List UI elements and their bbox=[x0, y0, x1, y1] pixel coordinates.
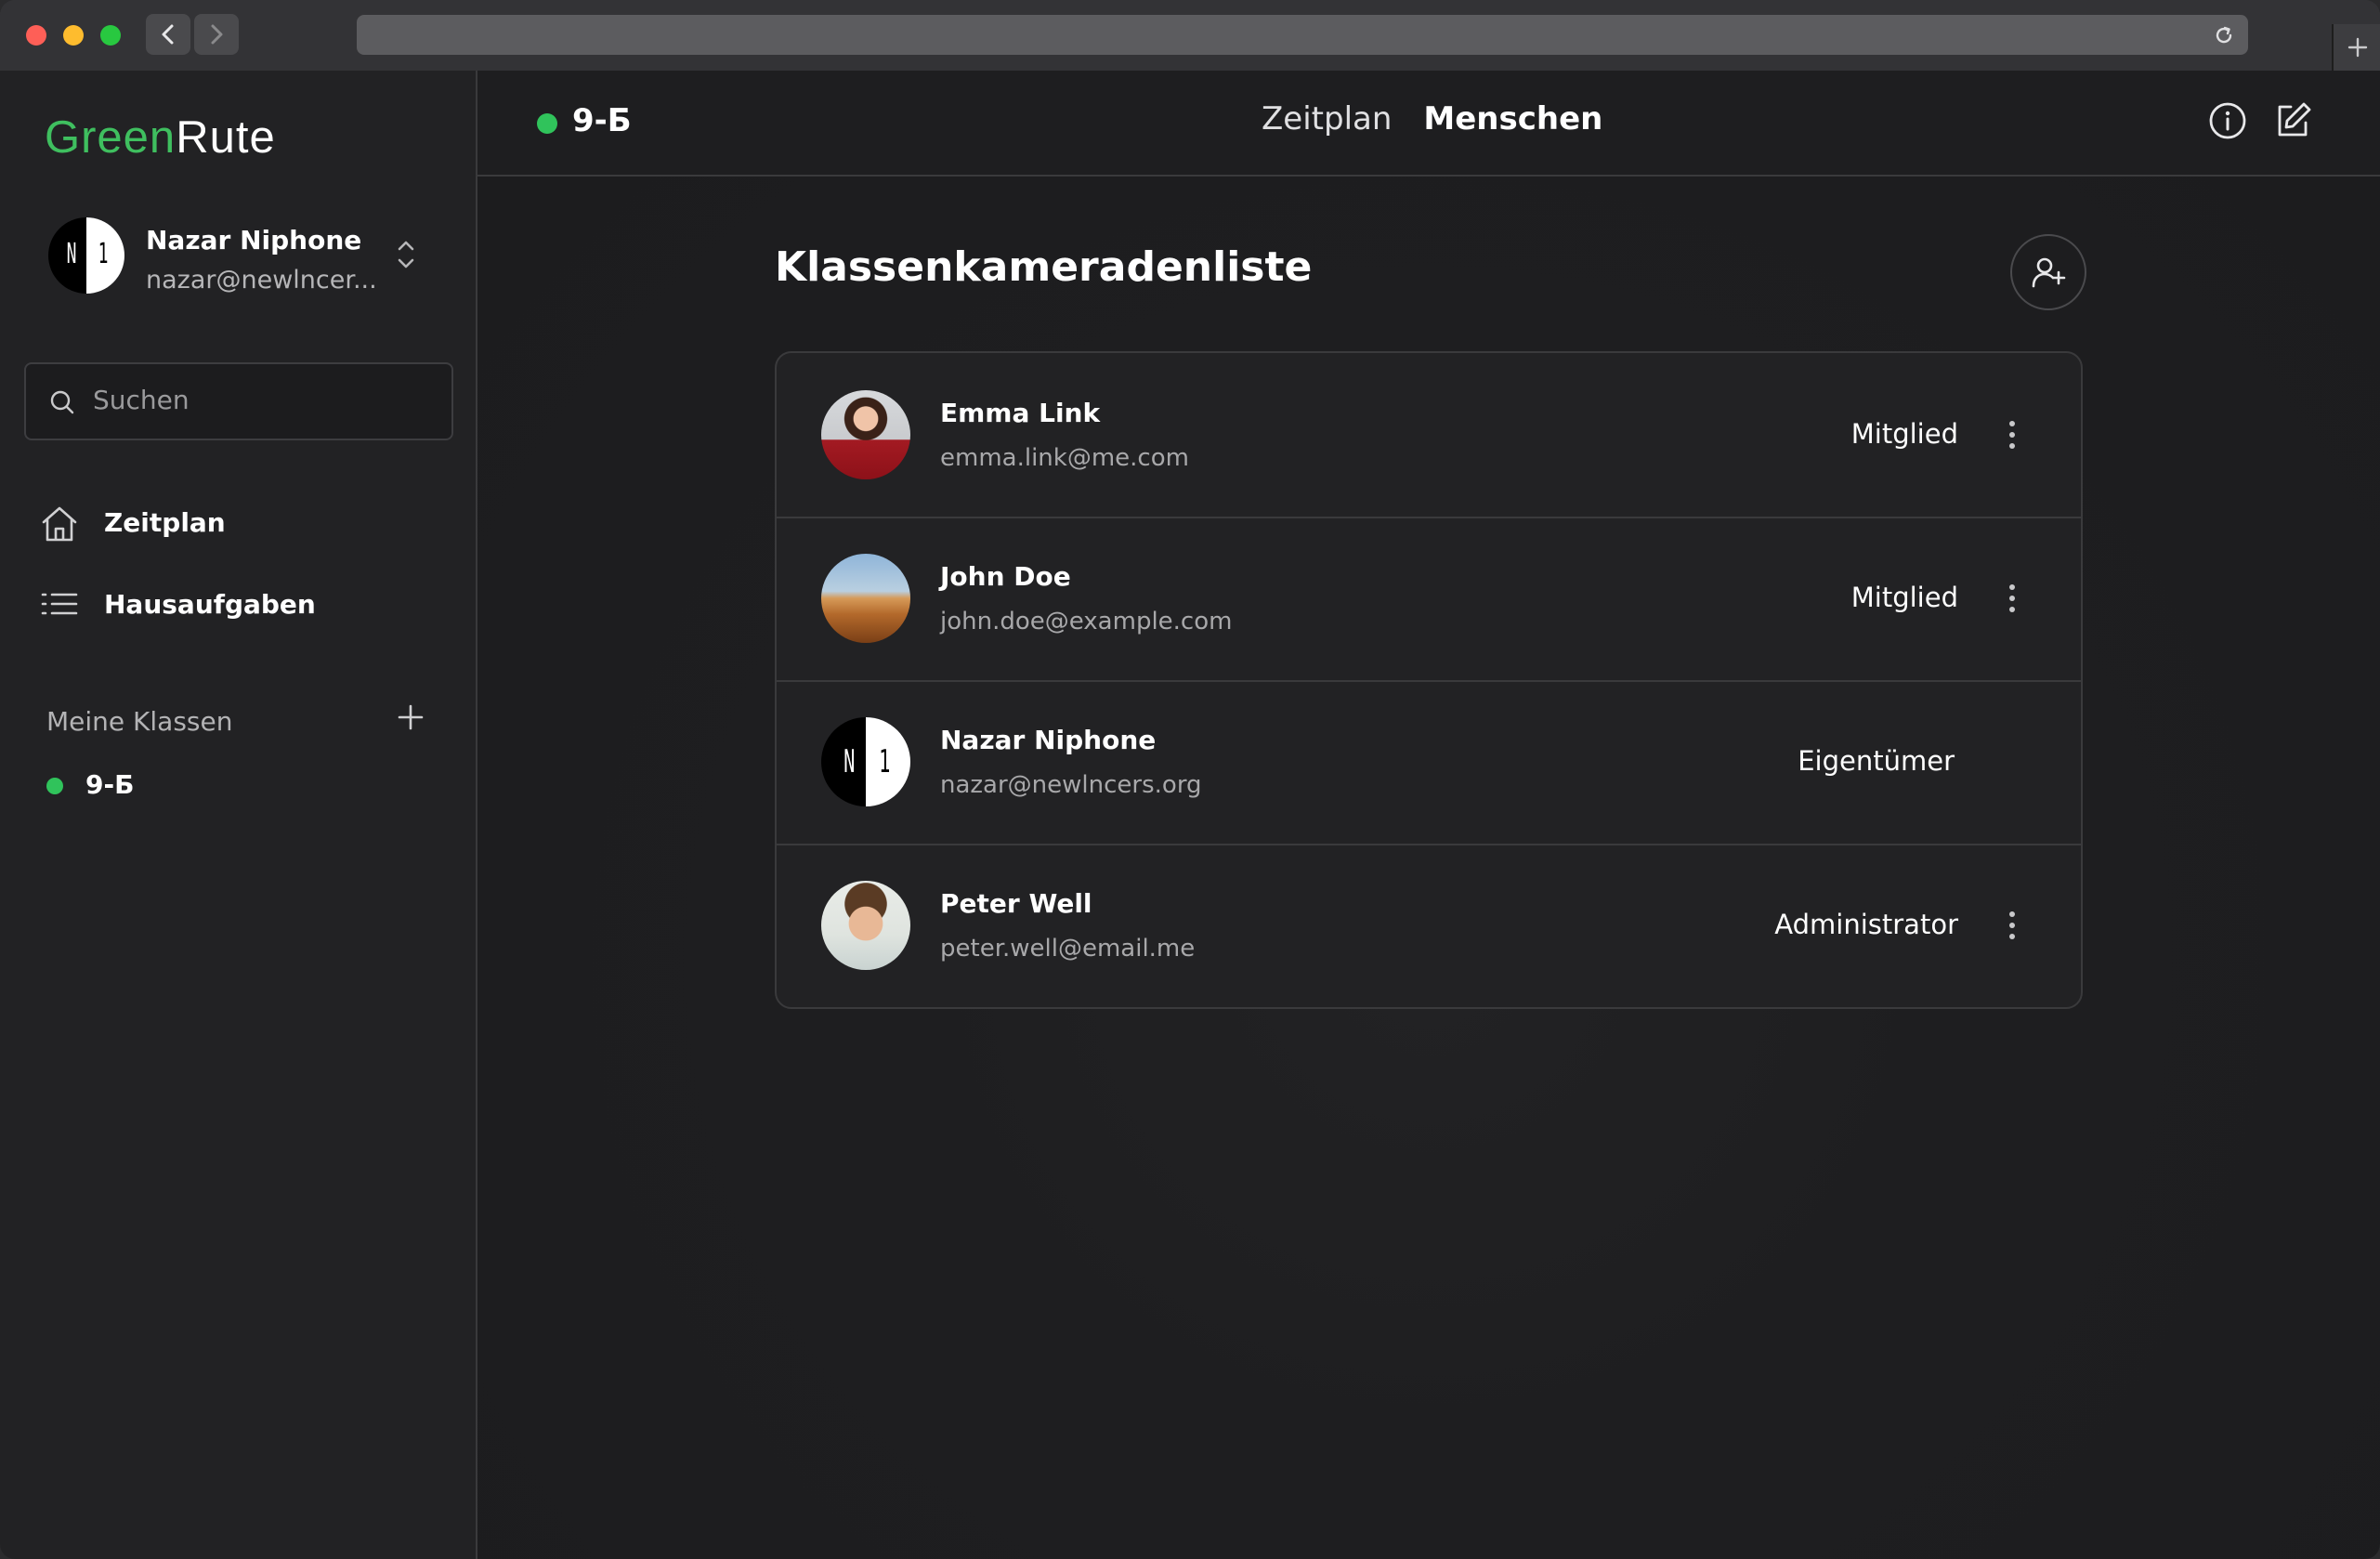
avatar bbox=[821, 390, 910, 479]
member-name: John Doe bbox=[940, 561, 1071, 592]
home-icon bbox=[42, 506, 77, 542]
history-nav bbox=[146, 14, 241, 55]
new-tab-button[interactable] bbox=[2332, 24, 2380, 71]
plus-icon bbox=[2347, 37, 2368, 58]
reload-icon[interactable] bbox=[2213, 24, 2235, 46]
info-icon[interactable] bbox=[2207, 100, 2248, 141]
member-name: Emma Link bbox=[940, 398, 1101, 428]
avatar: N1 bbox=[48, 217, 124, 294]
edit-icon[interactable] bbox=[2272, 100, 2313, 141]
search-icon bbox=[50, 390, 74, 414]
add-class-button[interactable] bbox=[398, 704, 424, 730]
back-button[interactable] bbox=[146, 14, 190, 55]
account-switcher[interactable]: N1 Nazar Niphone nazar@newlncer... bbox=[48, 217, 438, 297]
member-name: Nazar Niphone bbox=[940, 725, 1157, 755]
class-header: 9-Б Zeitplan Menschen bbox=[477, 71, 2380, 177]
tab-zeitplan[interactable]: Zeitplan bbox=[1262, 100, 1392, 138]
member-email: emma.link@me.com bbox=[940, 444, 1189, 472]
member-email: peter.well@email.me bbox=[940, 935, 1196, 963]
member-email: john.doe@example.com bbox=[940, 608, 1233, 635]
list-item[interactable]: Emma Link emma.link@me.com Mitglied bbox=[777, 353, 2081, 518]
tab-menschen[interactable]: Menschen bbox=[1423, 100, 1602, 138]
class-title: 9-Б bbox=[572, 102, 632, 139]
more-vertical-icon[interactable] bbox=[2007, 416, 2018, 453]
sidebar-item-label: Hausaufgaben bbox=[104, 589, 316, 620]
tab-bar: Zeitplan Menschen bbox=[1262, 100, 1602, 138]
member-role: Mitglied bbox=[1850, 418, 1958, 450]
avatar bbox=[821, 881, 910, 970]
main-content: 9-Б Zeitplan Menschen Klassenkameradenli… bbox=[477, 71, 2380, 1559]
avatar bbox=[821, 554, 910, 643]
classmates-list: Emma Link emma.link@me.com Mitglied John… bbox=[775, 351, 2083, 1009]
member-name: Peter Well bbox=[940, 888, 1092, 919]
account-name: Nazar Niphone bbox=[146, 225, 362, 255]
user-plus-icon bbox=[2032, 257, 2066, 288]
status-dot bbox=[46, 778, 63, 794]
app-logo[interactable]: GreenRute bbox=[45, 111, 276, 164]
sidebar-item-label: Zeitplan bbox=[104, 507, 226, 538]
member-role: Administrator bbox=[1774, 909, 1958, 940]
chevron-right-icon bbox=[211, 24, 223, 45]
member-role: Mitglied bbox=[1850, 582, 1958, 613]
address-bar[interactable] bbox=[357, 15, 2248, 55]
sidebar-item-hausaufgaben[interactable]: Hausaufgaben bbox=[39, 582, 448, 628]
close-window-button[interactable] bbox=[26, 25, 46, 46]
minimize-window-button[interactable] bbox=[63, 25, 84, 46]
account-email: nazar@newlncer... bbox=[146, 266, 377, 295]
list-item[interactable]: N1 Nazar Niphone nazar@newlncers.org Eig… bbox=[777, 680, 2081, 845]
forward-button[interactable] bbox=[194, 14, 239, 55]
class-label: 9-Б bbox=[85, 769, 135, 800]
maximize-window-button[interactable] bbox=[100, 25, 121, 46]
sidebar-item-zeitplan[interactable]: Zeitplan bbox=[39, 500, 448, 546]
my-classes-heading: Meine Klassen bbox=[46, 706, 233, 737]
list-item[interactable]: Peter Well peter.well@email.me Administr… bbox=[777, 844, 2081, 1007]
list-icon bbox=[41, 593, 78, 615]
avatar: N1 bbox=[821, 717, 910, 806]
page-title: Klassenkameradenliste bbox=[775, 243, 1313, 291]
search-input[interactable]: Suchen bbox=[24, 362, 453, 440]
member-role: Eigentümer bbox=[1798, 745, 1955, 777]
status-dot bbox=[537, 113, 557, 134]
browser-window: GreenRute N1 Nazar Niphone nazar@newlnce… bbox=[0, 0, 2380, 1559]
list-item[interactable]: John Doe john.doe@example.com Mitglied bbox=[777, 517, 2081, 682]
add-classmate-button[interactable] bbox=[2010, 234, 2086, 310]
browser-titlebar bbox=[0, 0, 2380, 72]
chevron-left-icon bbox=[162, 24, 174, 45]
member-email: nazar@newlncers.org bbox=[940, 771, 1202, 799]
more-vertical-icon[interactable] bbox=[2007, 907, 2018, 944]
more-vertical-icon[interactable] bbox=[2007, 580, 2018, 617]
search-placeholder: Suchen bbox=[93, 385, 190, 415]
sidebar: GreenRute N1 Nazar Niphone nazar@newlnce… bbox=[0, 71, 477, 1559]
chevron-up-down-icon bbox=[398, 241, 414, 269]
